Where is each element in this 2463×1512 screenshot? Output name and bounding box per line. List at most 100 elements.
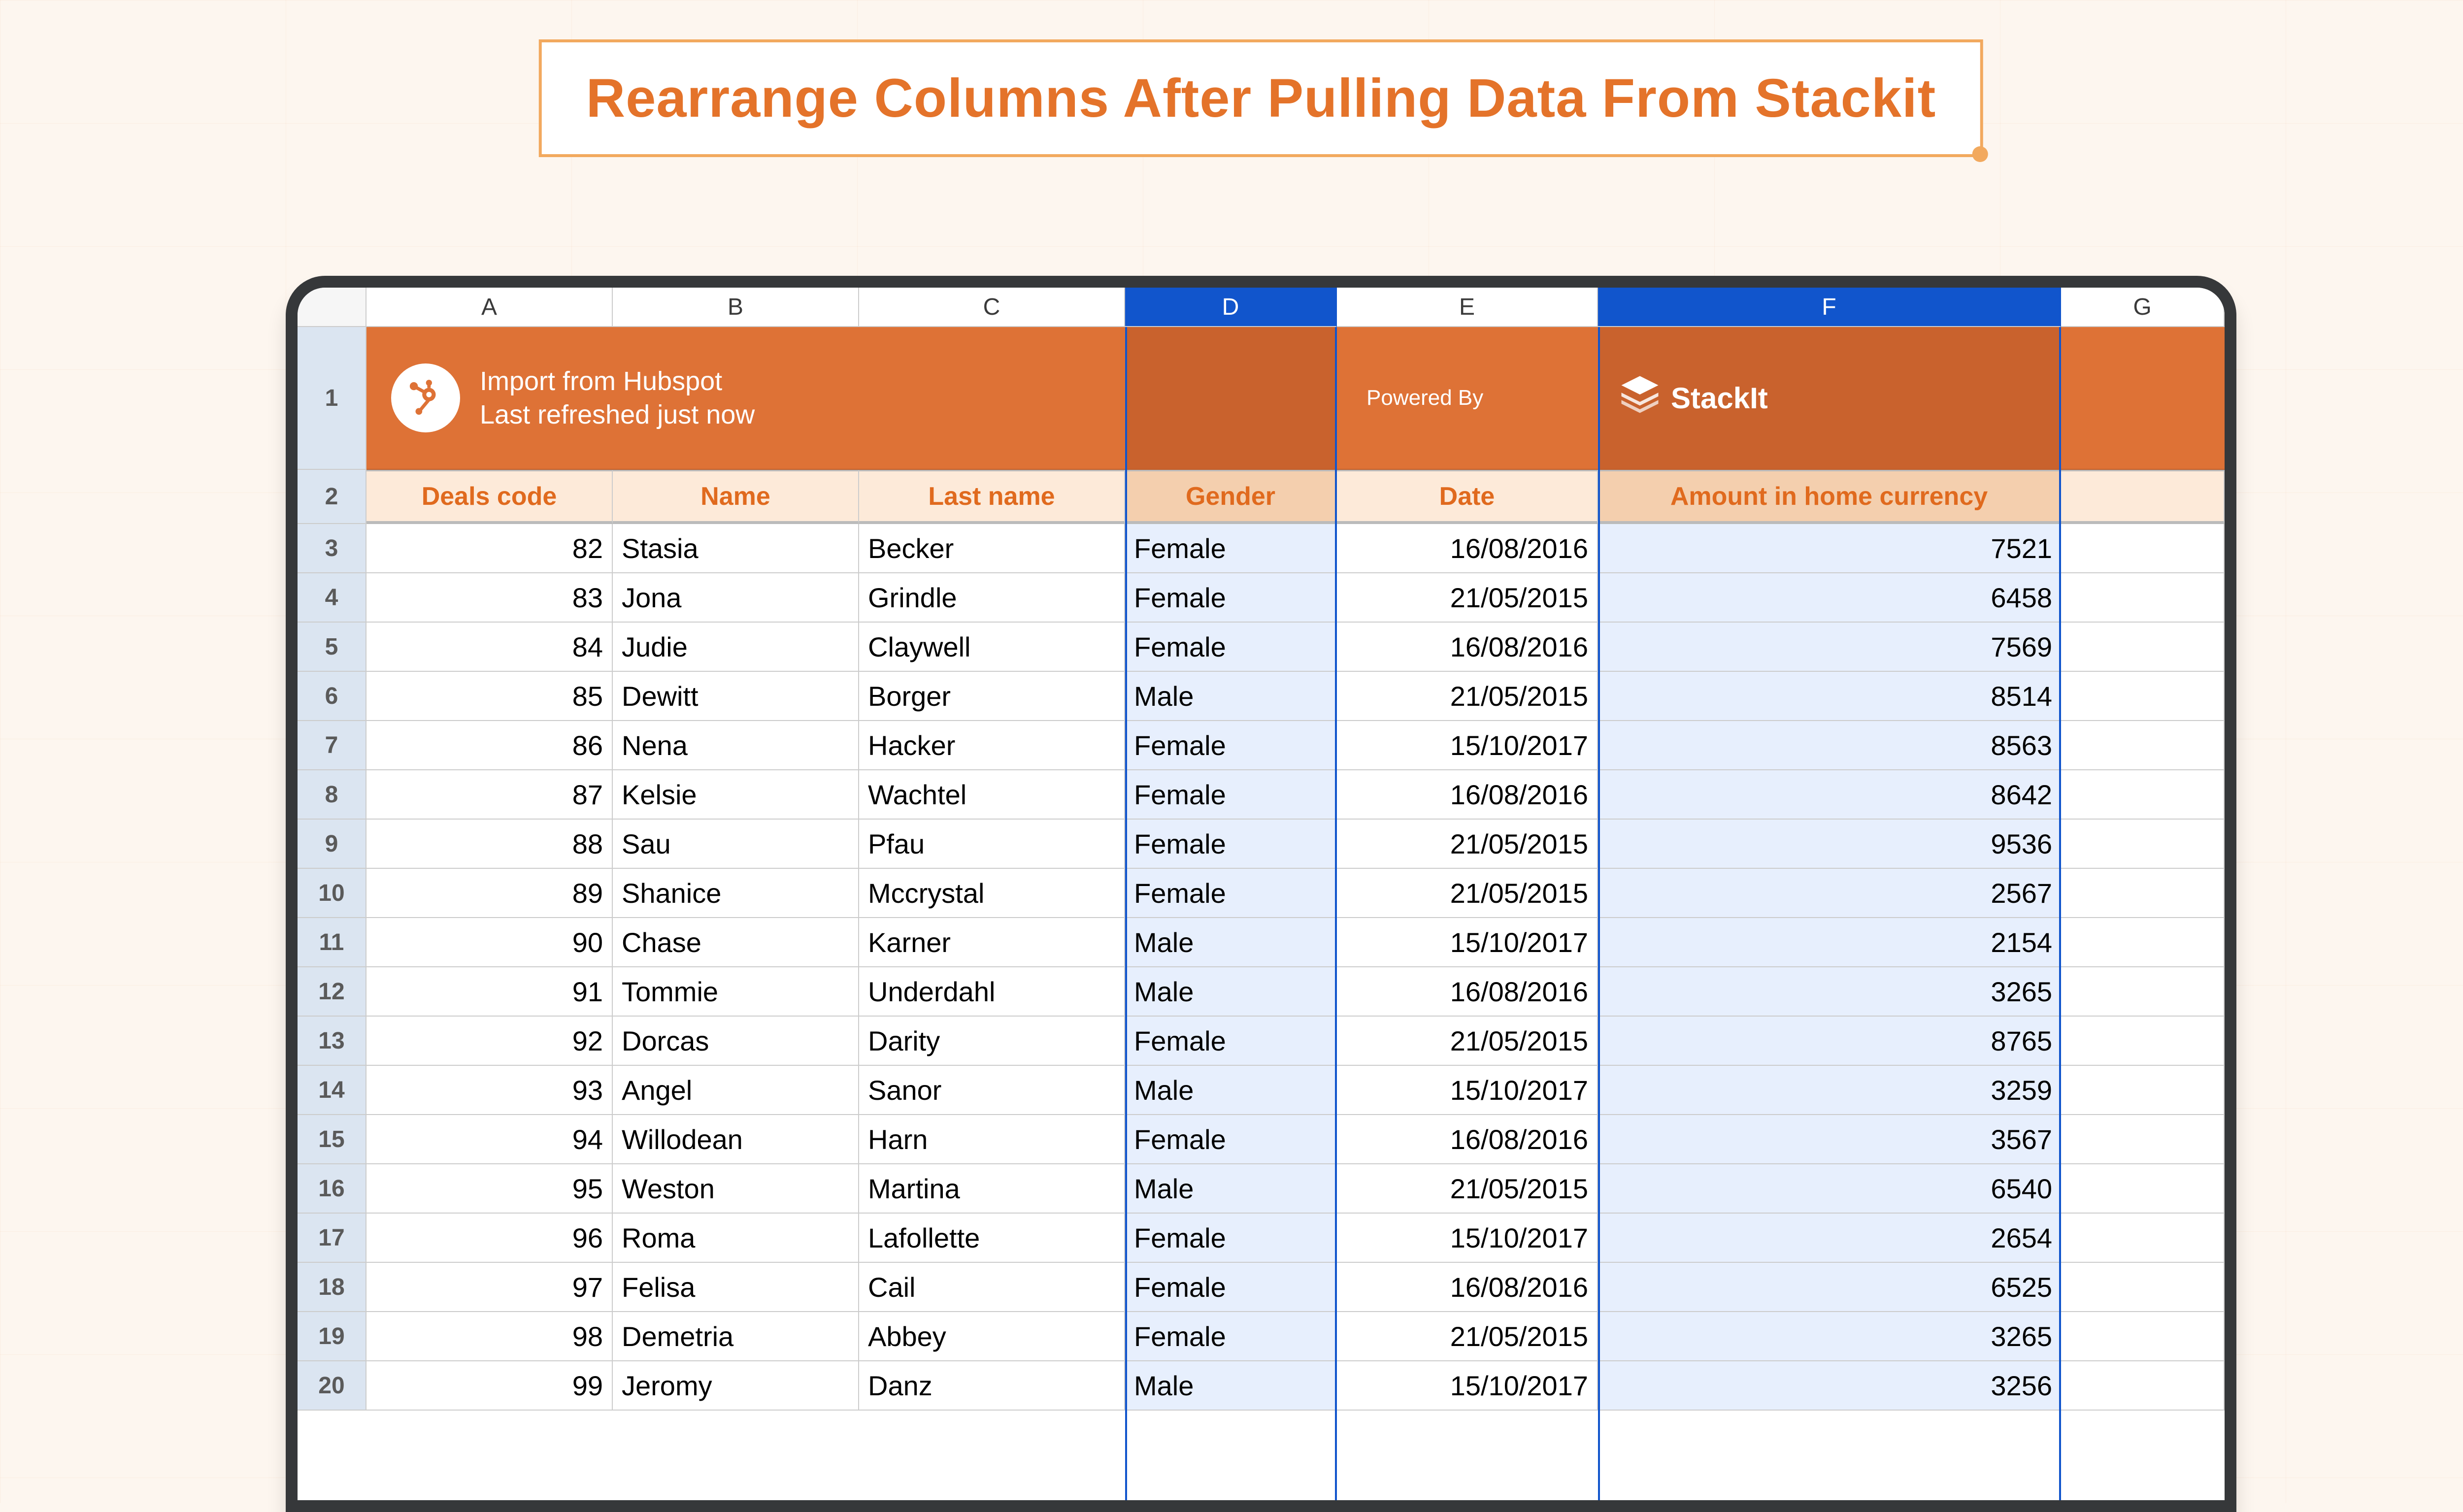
column-header-c[interactable]: C [859, 288, 1125, 327]
cell-date[interactable]: 21/05/2015 [1337, 672, 1598, 721]
cell-last-name[interactable]: Becker [859, 524, 1125, 573]
cell-name[interactable]: Weston [613, 1164, 859, 1214]
cell-deals-code[interactable]: 83 [366, 573, 613, 623]
cell-date[interactable]: 15/10/2017 [1337, 918, 1598, 967]
row-number[interactable]: 7 [298, 721, 366, 770]
cell-name[interactable]: Chase [613, 918, 859, 967]
cell-name[interactable]: Sau [613, 820, 859, 869]
cell-name[interactable]: Judie [613, 623, 859, 672]
header-deals-code[interactable]: Deals code [366, 470, 613, 524]
cell-amount[interactable]: 2567 [1598, 869, 2061, 918]
header-last-name[interactable]: Last name [859, 470, 1125, 524]
cell-last-name[interactable]: Underdahl [859, 967, 1125, 1017]
cell-date[interactable]: 21/05/2015 [1337, 820, 1598, 869]
cell-date[interactable]: 16/08/2016 [1337, 1115, 1598, 1164]
cell-name[interactable]: Dorcas [613, 1017, 859, 1066]
cell-name[interactable]: Jona [613, 573, 859, 623]
cell-last-name[interactable]: Grindle [859, 573, 1125, 623]
cell-name[interactable]: Roma [613, 1214, 859, 1263]
cell-amount[interactable]: 3259 [1598, 1066, 2061, 1115]
row-number[interactable]: 16 [298, 1164, 366, 1214]
cell-date[interactable]: 16/08/2016 [1337, 770, 1598, 820]
cell-deals-code[interactable]: 85 [366, 672, 613, 721]
cell-amount[interactable]: 3265 [1598, 967, 2061, 1017]
cell-amount[interactable]: 7569 [1598, 623, 2061, 672]
cell-last-name[interactable]: Harn [859, 1115, 1125, 1164]
cell-gender[interactable]: Male [1125, 672, 1337, 721]
cell-date[interactable]: 15/10/2017 [1337, 1361, 1598, 1411]
row-number[interactable]: 20 [298, 1361, 366, 1411]
row-number[interactable]: 14 [298, 1066, 366, 1115]
cell-deals-code[interactable]: 86 [366, 721, 613, 770]
cell-deals-code[interactable]: 89 [366, 869, 613, 918]
cell-last-name[interactable]: Pfau [859, 820, 1125, 869]
cell-deals-code[interactable]: 96 [366, 1214, 613, 1263]
row-number[interactable]: 13 [298, 1017, 366, 1066]
cell-last-name[interactable]: Danz [859, 1361, 1125, 1411]
cell-last-name[interactable]: Abbey [859, 1312, 1125, 1361]
header-gender[interactable]: Gender [1125, 470, 1337, 524]
cell-empty-g[interactable] [2061, 623, 2225, 672]
cell-deals-code[interactable]: 88 [366, 820, 613, 869]
cell-amount[interactable]: 6458 [1598, 573, 2061, 623]
cell-deals-code[interactable]: 84 [366, 623, 613, 672]
cell-empty-g[interactable] [2061, 1066, 2225, 1115]
cell-last-name[interactable]: Darity [859, 1017, 1125, 1066]
cell-last-name[interactable]: Mccrystal [859, 869, 1125, 918]
cell-last-name[interactable]: Cail [859, 1263, 1125, 1312]
cell-amount[interactable]: 8514 [1598, 672, 2061, 721]
cell-amount[interactable]: 7521 [1598, 524, 2061, 573]
cell-gender[interactable]: Female [1125, 1312, 1337, 1361]
banner-col-g[interactable] [2061, 327, 2225, 470]
cell-amount[interactable]: 8642 [1598, 770, 2061, 820]
row-number[interactable]: 6 [298, 672, 366, 721]
cell-last-name[interactable]: Karner [859, 918, 1125, 967]
cell-date[interactable]: 16/08/2016 [1337, 967, 1598, 1017]
cell-gender[interactable]: Female [1125, 869, 1337, 918]
cell-empty-g[interactable] [2061, 1214, 2225, 1263]
row-number[interactable]: 9 [298, 820, 366, 869]
cell-empty-g[interactable] [2061, 721, 2225, 770]
column-header-g[interactable]: G [2061, 288, 2225, 327]
row-number[interactable]: 10 [298, 869, 366, 918]
cell-name[interactable]: Felisa [613, 1263, 859, 1312]
cell-last-name[interactable]: Hacker [859, 721, 1125, 770]
cell-name[interactable]: Jeromy [613, 1361, 859, 1411]
cell-gender[interactable]: Male [1125, 967, 1337, 1017]
banner-col-e[interactable]: Powered By [1337, 327, 1598, 470]
spreadsheet-grid[interactable]: A B C D E F G 1 Import from Hubspot Last… [298, 288, 2225, 1500]
cell-empty-g[interactable] [2061, 1115, 2225, 1164]
cell-date[interactable]: 21/05/2015 [1337, 869, 1598, 918]
cell-amount[interactable]: 2154 [1598, 918, 2061, 967]
cell-gender[interactable]: Female [1125, 573, 1337, 623]
cell-gender[interactable]: Female [1125, 1017, 1337, 1066]
cell-amount[interactable]: 3567 [1598, 1115, 2061, 1164]
column-header-d[interactable]: D [1125, 288, 1337, 327]
cell-gender[interactable]: Female [1125, 721, 1337, 770]
cell-deals-code[interactable]: 98 [366, 1312, 613, 1361]
cell-empty-g[interactable] [2061, 869, 2225, 918]
cell-empty-g[interactable] [2061, 967, 2225, 1017]
cell-name[interactable]: Kelsie [613, 770, 859, 820]
cell-gender[interactable]: Male [1125, 1066, 1337, 1115]
row-number[interactable]: 4 [298, 573, 366, 623]
row-number[interactable]: 19 [298, 1312, 366, 1361]
row-number[interactable]: 5 [298, 623, 366, 672]
cell-deals-code[interactable]: 93 [366, 1066, 613, 1115]
cell-amount[interactable]: 8765 [1598, 1017, 2061, 1066]
row-number[interactable]: 17 [298, 1214, 366, 1263]
select-all-corner[interactable] [298, 288, 366, 327]
header-name[interactable]: Name [613, 470, 859, 524]
cell-gender[interactable]: Female [1125, 1115, 1337, 1164]
cell-empty-g[interactable] [2061, 770, 2225, 820]
column-header-f[interactable]: F [1598, 288, 2061, 327]
cell-date[interactable]: 15/10/2017 [1337, 1066, 1598, 1115]
row-number[interactable]: 18 [298, 1263, 366, 1312]
banner-col-d[interactable] [1125, 327, 1337, 470]
cell-empty-g[interactable] [2061, 672, 2225, 721]
cell-amount[interactable]: 2654 [1598, 1214, 2061, 1263]
cell-empty-g[interactable] [2061, 820, 2225, 869]
cell-gender[interactable]: Female [1125, 1263, 1337, 1312]
cell-date[interactable]: 15/10/2017 [1337, 721, 1598, 770]
cell-empty-g[interactable] [2061, 1017, 2225, 1066]
